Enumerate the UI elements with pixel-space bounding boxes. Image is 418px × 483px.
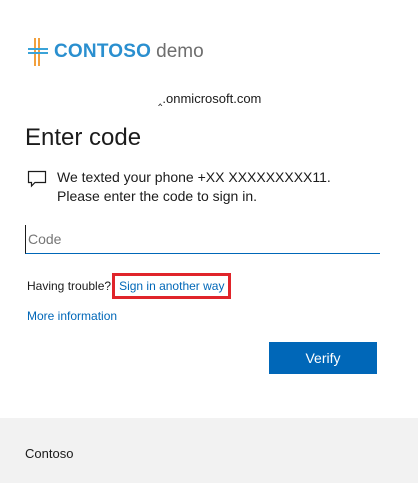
contoso-logo-icon <box>28 38 48 66</box>
page-title: Enter code <box>25 124 142 151</box>
sms-message-text: We texted your phone +XX XXXXXXXXX11. Pl… <box>57 169 331 204</box>
logo-suffix-text: demo <box>156 41 204 62</box>
verify-button[interactable]: Verify <box>269 342 377 374</box>
footer: Contoso <box>0 418 418 483</box>
account-identifier: ‸.onmicrosoft.com <box>158 91 262 106</box>
trouble-label: Having trouble? <box>27 279 112 293</box>
code-input[interactable] <box>25 225 380 254</box>
logo-brand-text: CONTOSO <box>54 41 152 62</box>
footer-text: Contoso <box>25 446 74 461</box>
sign-in-another-way-link[interactable]: Sign in another way <box>112 273 232 299</box>
sms-message: We texted your phone +XX XXXXXXXXX11. Pl… <box>27 168 357 206</box>
contoso-logo: CONTOSO demo <box>28 38 204 66</box>
chat-message-icon <box>27 170 47 188</box>
trouble-row: Having trouble? Sign in another way <box>27 273 232 299</box>
more-information-link[interactable]: More information <box>27 309 117 323</box>
